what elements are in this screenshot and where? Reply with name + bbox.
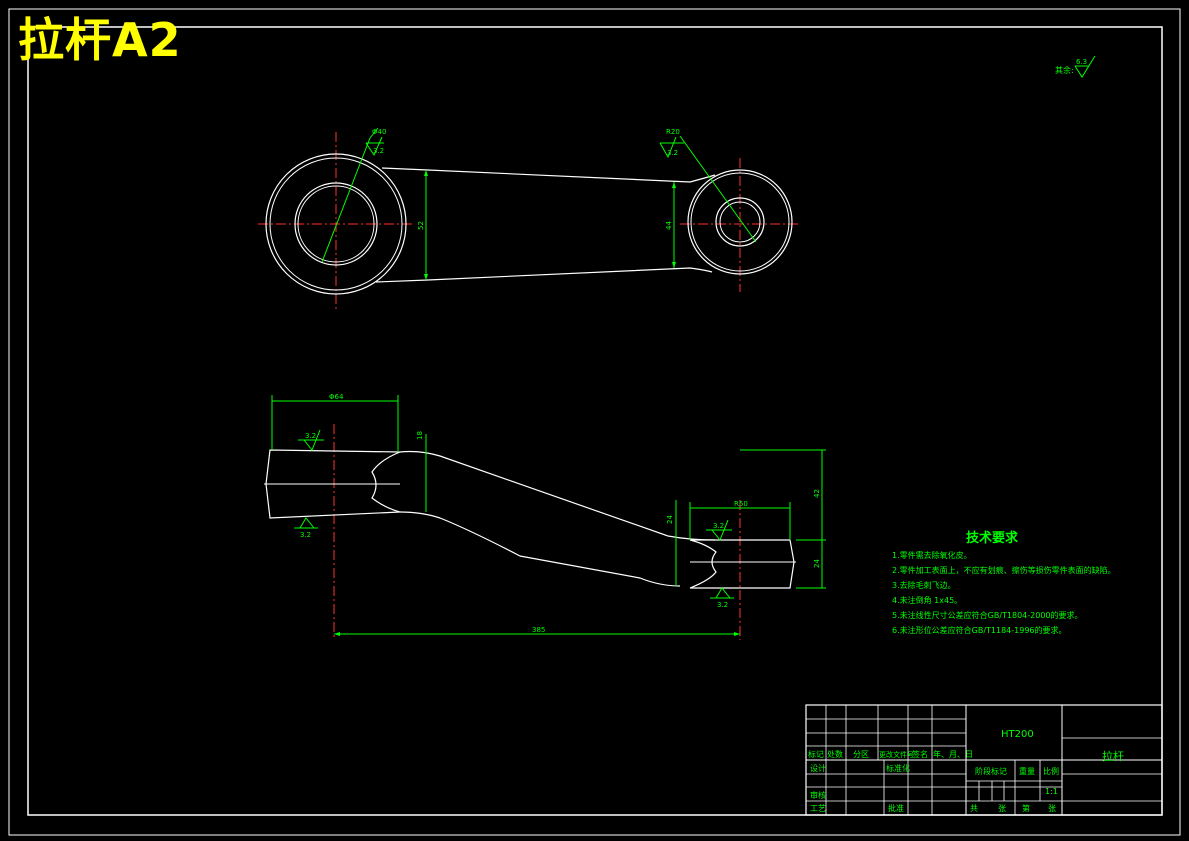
tech-requirements-list: 1.零件需去除氧化皮。 2.零件加工表面上，不应有划痕、擦伤等损伤零件表面的缺陷… (892, 548, 1116, 638)
dim-big-bore: Φ40 (372, 128, 386, 136)
tech-item: 3.去除毛刺飞边。 (892, 581, 956, 590)
sheet-title: 拉杆A2 (18, 13, 182, 67)
tb-header-zone: 分区 (853, 750, 869, 759)
roughness-right-bottom: 3.2 (717, 601, 728, 609)
roughness-right-top: 3.2 (713, 522, 724, 530)
right-hub (689, 539, 795, 589)
tb-standardize: 标准化 (886, 763, 910, 773)
engineering-drawing: 其余: 6.3 Φ40 3.2 R20 3.2 52 44 Φ64 18 42 … (8, 8, 1181, 836)
tech-item: 1.零件需去除氧化皮。 (892, 551, 972, 560)
dim-right-height: 44 (665, 221, 673, 230)
tb-header-count: 处数 (827, 749, 843, 759)
inner-frame (27, 26, 1163, 816)
dim-left-height: 52 (417, 221, 425, 230)
tb-header-change-doc: 更改文件号 (879, 750, 914, 759)
tech-item: 2.零件加工表面上，不应有划痕、擦伤等损伤零件表面的缺陷。 (892, 566, 1116, 575)
dim-hub-width: R50 (734, 500, 748, 508)
tb-scale-value: 1:1 (1045, 787, 1058, 796)
dim-total-height: 42 (813, 489, 821, 498)
dim-small-bore: R20 (666, 128, 680, 136)
dim-left-thickness: 18 (416, 431, 424, 440)
tech-item: 5.未注线性尺寸公差应符合GB/T1804-2000的要求。 (892, 611, 1083, 620)
tb-review: 审核 (810, 790, 826, 800)
roughness-left-bottom: 3.2 (300, 531, 311, 539)
dim-neck: 24 (666, 515, 674, 524)
tb-stage-mark: 阶段标记 (975, 766, 1007, 776)
tb-approve: 批准 (888, 803, 904, 813)
tb-sheet-no-unit: 张 (1048, 804, 1056, 813)
front-view: Φ64 18 42 24 24 R50 385 3.2 3.2 3.2 3.2 (264, 393, 826, 640)
roughness-note-value: 6.3 (1076, 58, 1087, 66)
dim-length: 385 (532, 626, 545, 634)
roughness-big-bore: 3.2 (373, 147, 384, 155)
general-roughness-note: 其余: 6.3 (1055, 55, 1096, 78)
tb-part-name: 拉杆 (1102, 749, 1124, 763)
tb-weight: 重量 (1019, 766, 1035, 776)
dim-hub-height: 24 (813, 559, 821, 568)
tb-header-sign: 签名 (912, 749, 928, 759)
outer-frame (8, 8, 1181, 836)
tech-requirements-title: 技术要求 (966, 531, 1019, 546)
title-block: 标记 处数 分区 更改文件号 签名 年、月、日 设计 标准化 审核 工艺 批准 … (805, 704, 1163, 816)
tb-scale: 比例 (1043, 766, 1059, 776)
dim-top-width: Φ64 (329, 393, 344, 401)
tech-item: 6.未注形位公差应符合GB/T1184-1996的要求。 (892, 626, 1067, 635)
top-view: Φ40 3.2 R20 3.2 52 44 (258, 127, 800, 310)
tb-sheets-total-unit: 张 (998, 804, 1006, 813)
tb-design: 设计 (810, 763, 826, 773)
tb-process: 工艺 (810, 804, 826, 813)
roughness-left-top: 3.2 (305, 432, 316, 440)
tb-sheets-total: 共 (970, 804, 978, 813)
tech-item: 4.未注倒角 1x45。 (892, 596, 963, 605)
roughness-small-bore: 3.2 (667, 149, 678, 157)
tb-header-date: 年、月、日 (933, 749, 973, 759)
tb-sheet-no: 第 (1022, 803, 1030, 813)
roughness-note-label: 其余: (1055, 65, 1074, 75)
tb-header-mark: 标记 (808, 749, 824, 759)
tb-material: HT200 (1001, 729, 1034, 740)
